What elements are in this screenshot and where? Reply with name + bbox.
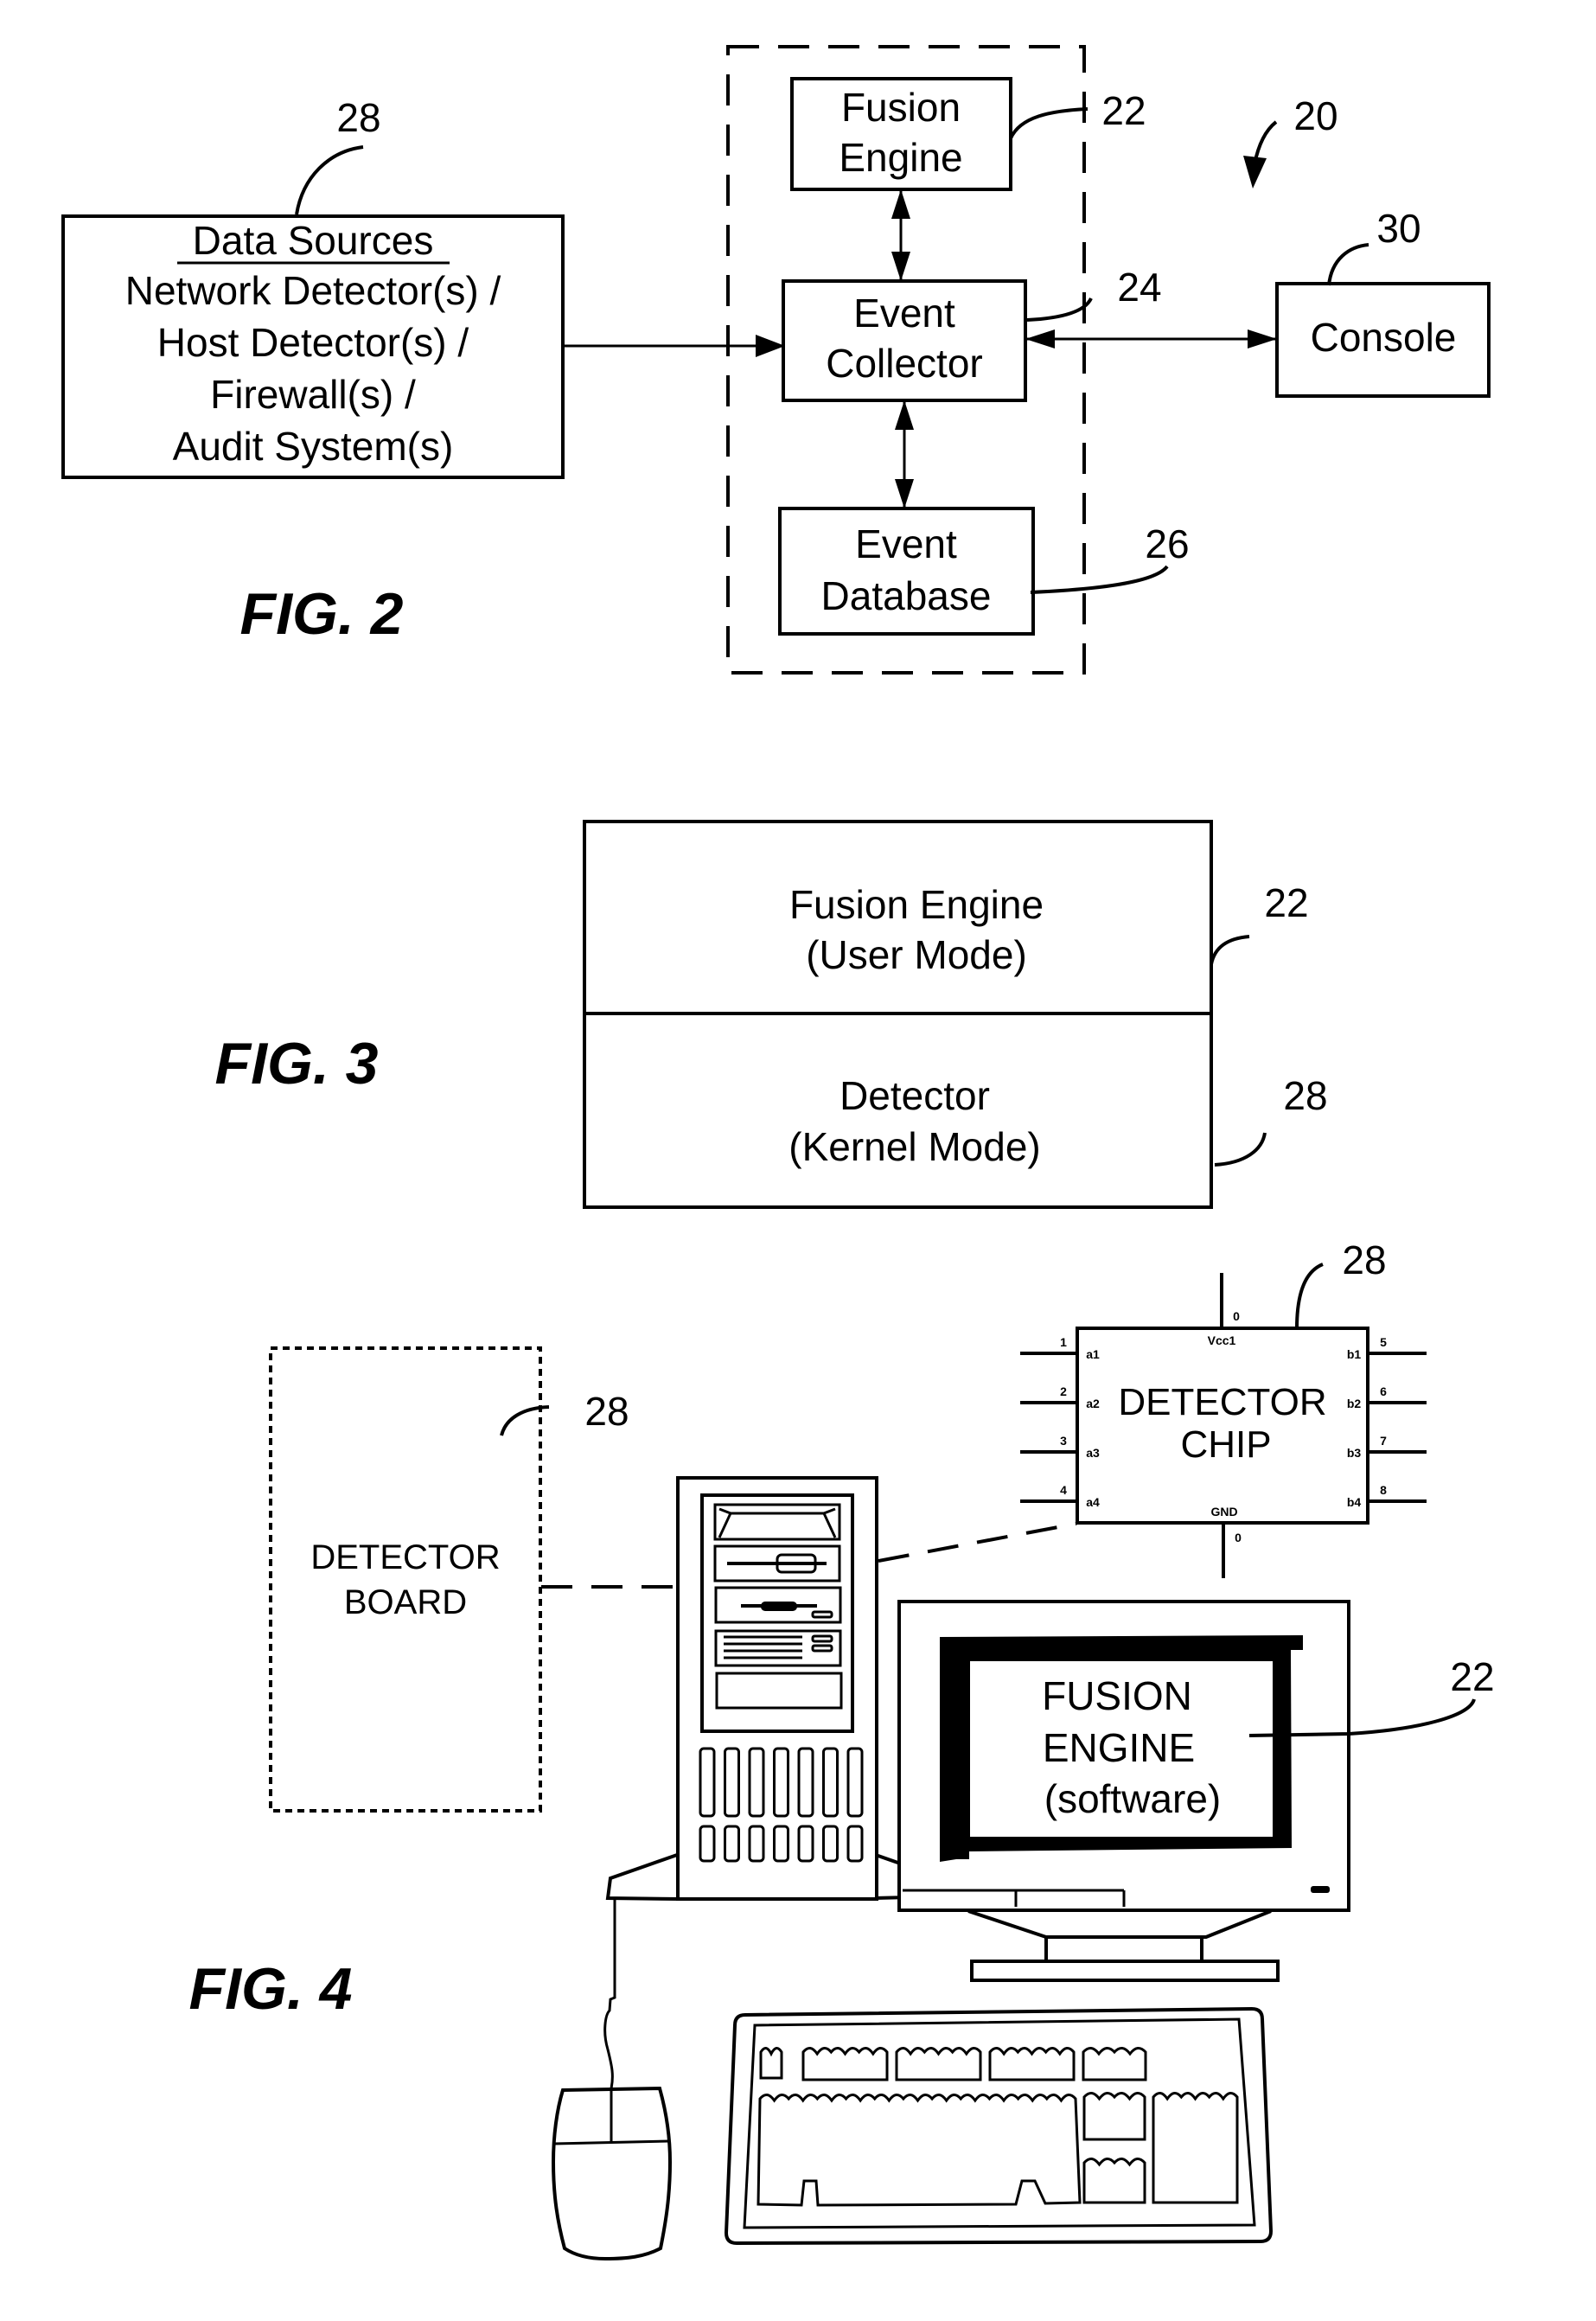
event-collector-line-1: Event xyxy=(853,291,955,336)
monitor-power-led xyxy=(1311,1886,1330,1893)
chip-pin-b1-name: b1 xyxy=(1347,1347,1362,1361)
figure-3: Fusion Engine (User Mode) 22 Detector (K… xyxy=(215,820,1328,1209)
detector-board: DETECTOR BOARD 28 xyxy=(269,1346,629,1813)
fig3-detector-ref-number: 28 xyxy=(1283,1073,1327,1118)
detector-chip-ref-number: 28 xyxy=(1342,1237,1386,1282)
console-leader-line xyxy=(1327,243,1369,286)
detector-chip: 0 Vcc1 GND 0 1 2 3 4 a1 a2 a3 a4 5 6 7 8… xyxy=(1020,1237,1427,1578)
monitor-screen-line-1: FUSION xyxy=(1042,1673,1192,1718)
fig3-fusion-engine-line-1: Fusion Engine xyxy=(789,882,1044,927)
detector-board-ref-number: 28 xyxy=(584,1389,629,1434)
fusion-engine-leader-line xyxy=(1009,107,1088,139)
monitor: FUSION ENGINE (software) 22 xyxy=(897,1600,1495,1982)
chip-pin-gnd-number: 0 xyxy=(1235,1531,1242,1544)
detector-board-line-1: DETECTOR xyxy=(310,1538,500,1576)
event-collector-block: Event Collector 24 xyxy=(782,265,1162,402)
console-label: Console xyxy=(1311,315,1457,360)
fusion-engine-line-1: Fusion xyxy=(841,85,961,130)
event-collector-leader-line xyxy=(1026,297,1093,322)
system-ref-number: 20 xyxy=(1293,93,1337,138)
tower-computer xyxy=(605,1476,948,1902)
chip-pin-vcc1-number: 0 xyxy=(1233,1309,1240,1323)
detector-chip-line-2: CHIP xyxy=(1180,1423,1271,1466)
chip-pin-7-number: 7 xyxy=(1380,1434,1387,1448)
monitor-screen-line-3: (software) xyxy=(1044,1776,1221,1821)
chip-pin-b4-name: b4 xyxy=(1347,1495,1362,1509)
detector-chip-leader xyxy=(1295,1263,1324,1329)
fusion-engine-ref-number: 22 xyxy=(1101,88,1146,133)
chip-pin-8-number: 8 xyxy=(1380,1483,1387,1497)
event-database-ref-number: 26 xyxy=(1145,521,1189,566)
figure-4: DETECTOR BOARD 28 0 Vcc1 GND 0 1 2 3 4 a… xyxy=(189,1237,1495,2261)
event-collector-line-2: Collector xyxy=(826,341,983,386)
monitor-screen-ref-number: 22 xyxy=(1450,1654,1494,1699)
event-collector-ref-number: 24 xyxy=(1117,265,1161,310)
fig3-fusion-engine-ref-number: 22 xyxy=(1264,880,1308,925)
keyboard xyxy=(724,2006,1274,2246)
console-ref-number: 30 xyxy=(1376,206,1420,251)
chip-pin-vcc1-name: Vcc1 xyxy=(1208,1333,1236,1347)
system-ref-arrowhead xyxy=(1243,156,1267,189)
figure-2: Data Sources Network Detector(s) / Host … xyxy=(61,45,1491,675)
console-block: Console 30 xyxy=(1275,206,1491,398)
mouse-cable xyxy=(603,1899,616,2089)
chip-pin-gnd-name: GND xyxy=(1210,1505,1237,1519)
figure-2-label: FIG. 2 xyxy=(240,581,404,647)
fusion-engine-line-2: Engine xyxy=(839,135,962,180)
fig3-fusion-engine-line-2: (User Mode) xyxy=(806,932,1027,977)
event-database-block: Event Database 26 xyxy=(778,507,1190,636)
detector-chip-line-1: DETECTOR xyxy=(1118,1381,1326,1423)
patent-figures-sheet: Data Sources Network Detector(s) / Host … xyxy=(61,45,1495,2261)
data-sources-line-3: Firewall(s) / xyxy=(210,372,416,417)
chip-pin-a3-name: a3 xyxy=(1086,1446,1100,1460)
fusion-engine-block: Fusion Engine 22 xyxy=(790,77,1146,191)
monitor-screen-line-2: ENGINE xyxy=(1043,1725,1195,1770)
chip-pin-4-number: 4 xyxy=(1060,1483,1067,1497)
data-sources-line-4: Audit System(s) xyxy=(173,424,454,469)
chip-pin-b2-name: b2 xyxy=(1347,1397,1362,1410)
chip-pin-5-number: 5 xyxy=(1380,1335,1387,1349)
event-database-line-1: Event xyxy=(855,521,957,566)
chip-to-computer-connection xyxy=(878,1522,1077,1563)
data-sources-line-2: Host Detector(s) / xyxy=(157,320,469,365)
event-database-leader-line xyxy=(1030,565,1169,594)
chip-pin-2-number: 2 xyxy=(1060,1384,1067,1398)
chip-pin-6-number: 6 xyxy=(1380,1384,1387,1398)
data-sources-title: Data Sources xyxy=(193,218,434,263)
mouse xyxy=(551,1899,673,2261)
chip-pin-a2-name: a2 xyxy=(1086,1397,1100,1410)
data-sources-block: Data Sources Network Detector(s) / Host … xyxy=(61,95,565,479)
event-database-line-2: Database xyxy=(821,573,992,618)
figure-4-label: FIG. 4 xyxy=(189,1956,353,2022)
chip-pin-3-number: 3 xyxy=(1060,1434,1067,1448)
monitor-stand-base xyxy=(970,1960,1280,1982)
chip-pin-b3-name: b3 xyxy=(1347,1446,1362,1460)
fig3-detector-line-2: (Kernel Mode) xyxy=(788,1124,1040,1169)
data-sources-leader-line xyxy=(295,145,364,215)
data-sources-ref-number: 28 xyxy=(336,95,380,140)
fig3-fusion-engine-leader xyxy=(1210,935,1250,965)
fig3-detector-line-1: Detector xyxy=(839,1073,990,1118)
chip-pin-1-number: 1 xyxy=(1060,1335,1067,1349)
data-sources-line-1: Network Detector(s) / xyxy=(125,268,501,313)
chip-pin-a4-name: a4 xyxy=(1086,1495,1100,1509)
detector-board-line-2: BOARD xyxy=(344,1583,467,1621)
figure-3-label: FIG. 3 xyxy=(215,1031,379,1097)
chip-pin-a1-name: a1 xyxy=(1086,1347,1100,1361)
fig3-detector-leader xyxy=(1214,1132,1267,1167)
monitor-stand xyxy=(967,1909,1272,1939)
